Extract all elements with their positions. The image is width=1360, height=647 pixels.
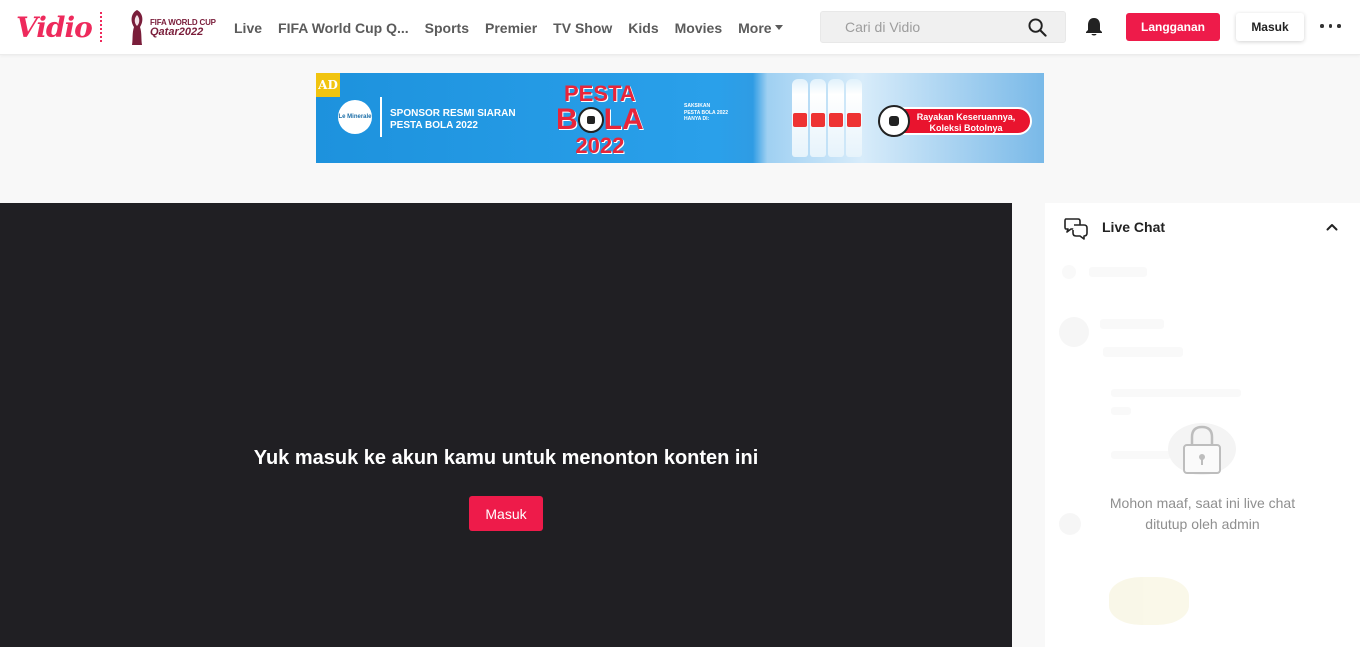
nav-fifa-world-cup[interactable]: FIFA World Cup Q...: [278, 20, 409, 36]
caret-down-icon: [774, 25, 783, 30]
video-player[interactable]: Yuk masuk ke akun kamu untuk menonton ko…: [0, 203, 1012, 647]
ad-divider: [380, 97, 382, 137]
player-login-button[interactable]: Masuk: [469, 496, 543, 531]
world-cup-logo[interactable]: FIFA WORLD CUP Qatar2022: [128, 9, 216, 47]
skeleton-search-icon: [1062, 265, 1076, 279]
bottle: [810, 79, 826, 157]
nav-kids[interactable]: Kids: [628, 20, 658, 36]
nav-more-label: More: [738, 19, 772, 36]
ad-small-line3: HANYA DI:: [684, 116, 710, 122]
logo-separator: [99, 12, 102, 42]
chat-bubbles-icon: [1064, 218, 1088, 240]
world-cup-trophy-icon: [131, 10, 143, 45]
ad-sponsor-line1: SPONSOR RESMI SIARAN: [390, 108, 516, 119]
chat-closed-message: Mohon maaf, saat ini live chat ditutup o…: [1045, 493, 1360, 535]
search-icon[interactable]: [1028, 18, 1047, 37]
pesta-word: PESTA: [563, 81, 636, 106]
bola-la: LA: [603, 103, 644, 136]
vidio-logo[interactable]: Vidio: [16, 9, 102, 45]
skeleton-line: [1103, 347, 1183, 357]
nav-tv-show[interactable]: TV Show: [553, 20, 612, 36]
ad-pill-line2: Koleksi Botolnya: [929, 122, 1003, 133]
bottles-image: [792, 79, 862, 157]
ad-small-text: SAKSIKAN PESTA BOLA 2022 HANYA DI:: [684, 103, 728, 123]
skeleton-line: [1111, 451, 1171, 459]
world-cup-logo-line2: Qatar2022: [150, 25, 204, 38]
lock-icon: [1168, 423, 1236, 475]
nav-more[interactable]: More: [738, 19, 783, 36]
bola-b: B: [556, 103, 578, 136]
subscribe-button[interactable]: Langganan: [1126, 13, 1220, 41]
chevron-up-icon[interactable]: [1326, 221, 1338, 233]
live-chat-panel: Live Chat Mohon maaf, saat ini live chat…: [1045, 203, 1360, 647]
ad-pill-line1: Rayakan Keseruannya,: [916, 112, 1016, 122]
ad-sponsor-line2: PESTA BOLA 2022: [390, 120, 478, 131]
nav-sports[interactable]: Sports: [425, 20, 469, 36]
bottle: [846, 79, 862, 157]
soccer-ball-icon: [878, 105, 910, 137]
nav-movies[interactable]: Movies: [675, 20, 722, 36]
skeleton-line: [1089, 267, 1147, 277]
skeleton-avatar: [1059, 317, 1089, 347]
ad-banner[interactable]: AD Le Minerale SPONSOR RESMI SIARAN PEST…: [316, 73, 1044, 163]
ad-sponsor-text: SPONSOR RESMI SIARAN PESTA BOLA 2022: [390, 108, 516, 132]
more-options-icon[interactable]: [1320, 24, 1341, 28]
skeleton-line: [1111, 389, 1241, 397]
pesta-bola-logo: PESTA B LA 2022: [556, 83, 644, 157]
live-chat-header[interactable]: Live Chat: [1045, 203, 1360, 251]
notification-bell-icon[interactable]: [1085, 17, 1103, 37]
search-input[interactable]: [821, 12, 1021, 42]
skeleton-line: [1111, 407, 1131, 415]
main-nav: Live FIFA World Cup Q... Sports Premier …: [234, 0, 799, 55]
dot: [1337, 24, 1341, 28]
soccer-ball-icon: [577, 107, 604, 133]
skeleton-emoji: [1109, 577, 1189, 625]
ad-badge: AD: [316, 73, 340, 97]
dot: [1328, 24, 1332, 28]
bola-word: B LA: [556, 105, 644, 135]
live-chat-title: Live Chat: [1102, 219, 1166, 235]
login-prompt-message: Yuk masuk ke akun kamu untuk menonton ko…: [253, 447, 759, 469]
search-box: [820, 11, 1066, 43]
nav-live[interactable]: Live: [234, 20, 262, 36]
top-header: Vidio FIFA WORLD CUP Qatar2022 Live FIFA…: [0, 0, 1360, 55]
logo-text: Vidio: [16, 10, 93, 44]
bottle: [828, 79, 844, 157]
nav-premier[interactable]: Premier: [485, 20, 537, 36]
dot: [1320, 24, 1324, 28]
brand-logo: Le Minerale: [338, 100, 372, 134]
pesta-year: 2022: [575, 133, 625, 158]
skeleton-line: [1100, 319, 1164, 329]
chat-closed-line1: Mohon maaf, saat ini live chat: [1109, 495, 1296, 511]
login-button[interactable]: Masuk: [1236, 13, 1304, 41]
chat-closed-line2: ditutup oleh admin: [1145, 516, 1260, 532]
bottle: [792, 79, 808, 157]
